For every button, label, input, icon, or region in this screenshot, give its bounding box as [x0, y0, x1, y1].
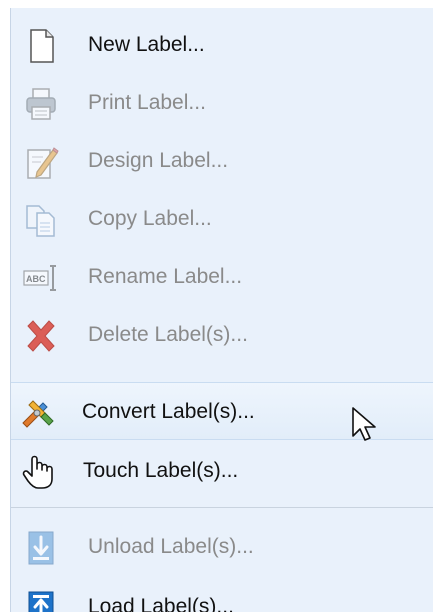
hand-pointer-icon	[20, 454, 56, 490]
menu-item-new-label[interactable]: New Label...	[11, 16, 433, 74]
mouse-cursor-icon	[351, 406, 379, 444]
delete-x-icon	[23, 318, 59, 354]
menu-item-label: Print Label...	[88, 91, 206, 114]
menu-item-design-label[interactable]: Design Label...	[11, 132, 433, 190]
menu-item-rename-label[interactable]: ABC Rename Label...	[11, 248, 433, 306]
menu-item-label: Design Label...	[88, 149, 229, 172]
new-document-icon	[23, 28, 59, 64]
load-up-arrow-icon	[25, 590, 61, 612]
menu-separator	[11, 507, 433, 508]
menu-item-delete-labels[interactable]: Delete Label(s)...	[11, 306, 433, 364]
menu-item-copy-label[interactable]: Copy Label...	[11, 190, 433, 248]
pencil-document-icon	[23, 144, 59, 180]
menu-item-label: Delete Label(s)...	[88, 323, 248, 346]
menu-item-label: Convert Label(s)...	[82, 400, 255, 423]
convert-icon	[19, 395, 55, 431]
menu-item-unload-labels[interactable]: Unload Label(s)...	[11, 518, 433, 576]
menu-item-label: Load Label(s)...	[88, 595, 234, 612]
menu-item-label: Touch Label(s)...	[83, 459, 239, 482]
svg-text:ABC: ABC	[26, 274, 46, 284]
menu-item-label: Unload Label(s)...	[88, 535, 254, 558]
printer-icon	[23, 86, 59, 122]
menu-item-label: Rename Label...	[88, 265, 243, 288]
menu-item-load-labels[interactable]: Load Label(s)...	[11, 578, 433, 612]
copy-documents-icon	[23, 202, 59, 238]
context-menu: New Label... Print Label... Design Label…	[10, 8, 433, 612]
menu-item-label: Copy Label...	[88, 207, 212, 230]
menu-item-print-label[interactable]: Print Label...	[11, 74, 433, 132]
menu-item-touch-labels[interactable]: Touch Label(s)...	[11, 442, 433, 500]
menu-item-label: New Label...	[88, 33, 205, 56]
rename-abc-icon: ABC	[23, 260, 59, 296]
unload-down-arrow-icon	[25, 530, 61, 566]
